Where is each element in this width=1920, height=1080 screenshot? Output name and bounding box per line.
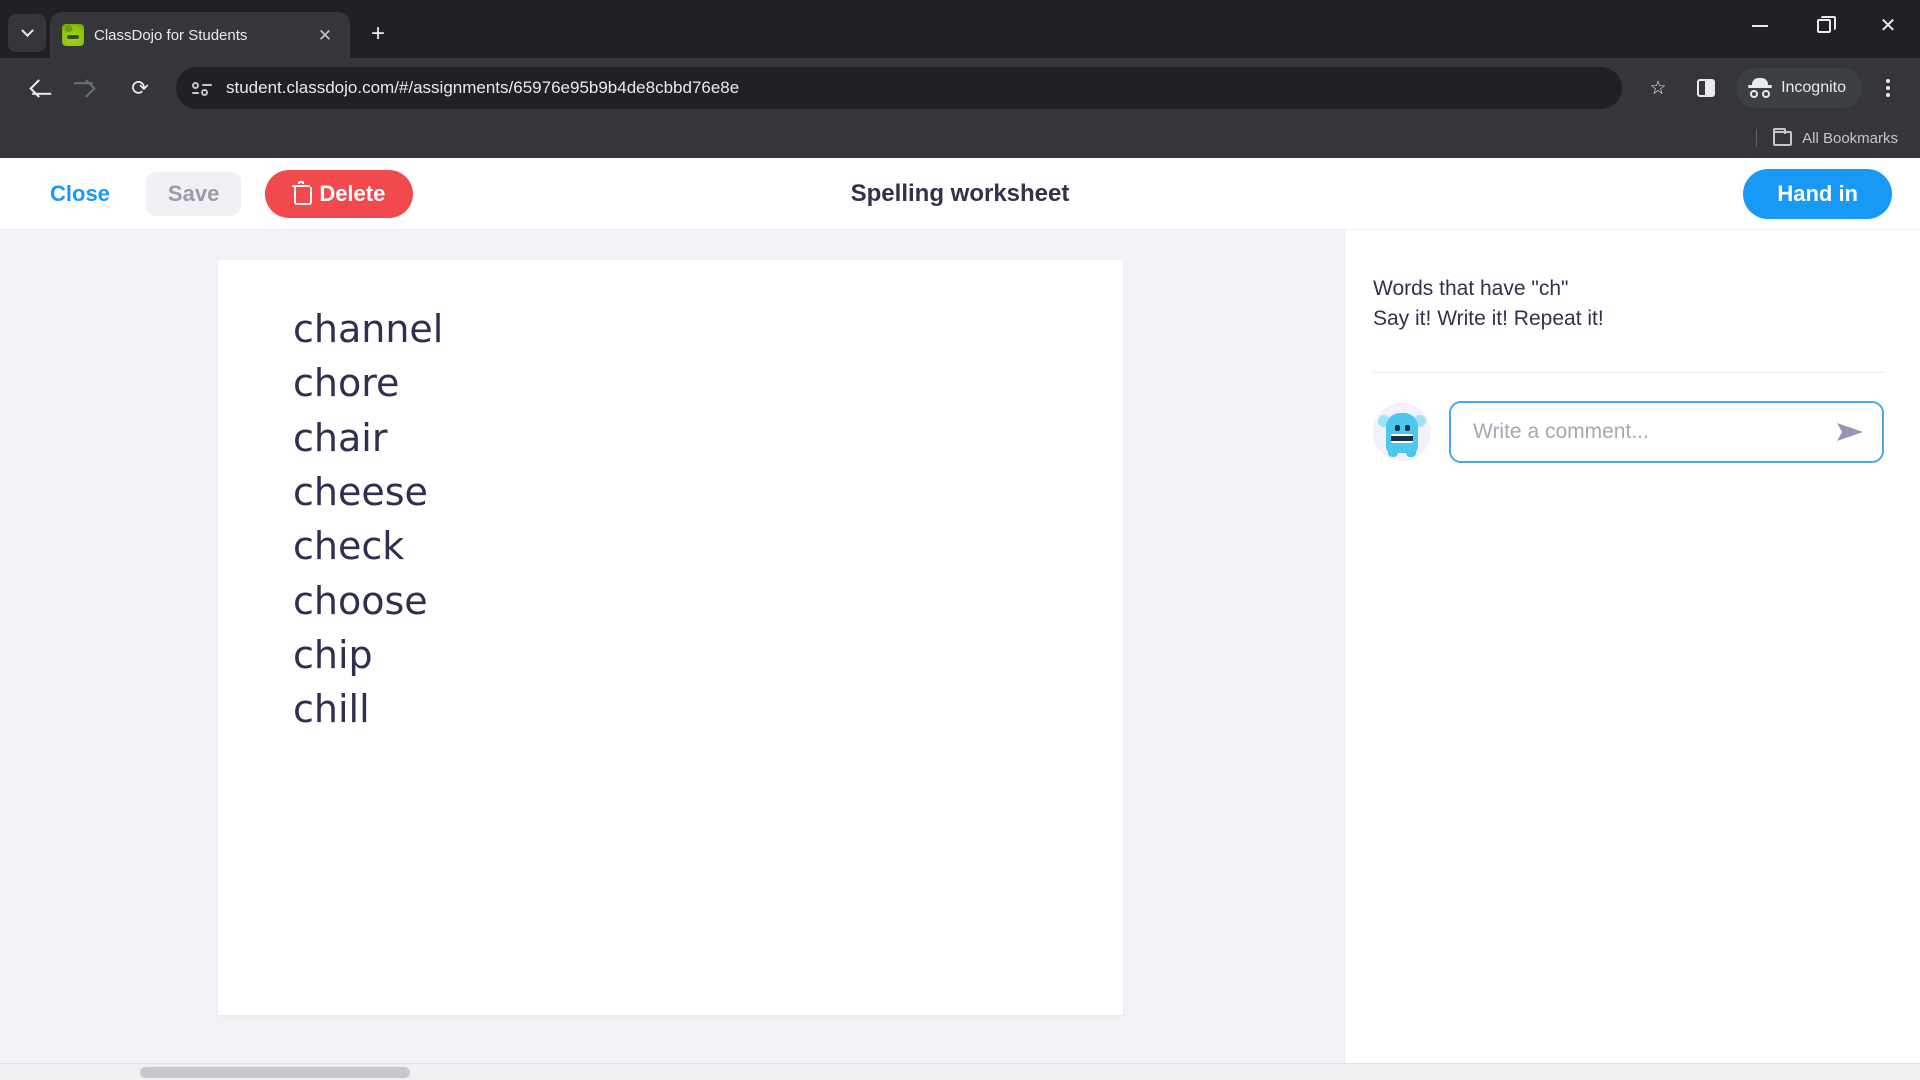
window-maximize-button[interactable]	[1792, 0, 1856, 52]
new-tab-button[interactable]: +	[360, 16, 396, 52]
trash-icon	[292, 181, 313, 205]
reload-button[interactable]: ⟳	[120, 68, 160, 108]
browser-window: ClassDojo for Students ✕ + ✕ ⟳ student.c…	[0, 0, 1920, 1080]
tab-strip: ClassDojo for Students ✕ + ✕	[0, 0, 1920, 58]
incognito-indicator[interactable]: Incognito	[1736, 68, 1862, 108]
tab-classdojo[interactable]: ClassDojo for Students ✕	[50, 12, 350, 58]
worksheet-canvas-pane[interactable]: channel chore chair cheese check choose …	[0, 230, 1345, 1063]
all-bookmarks-label[interactable]: All Bookmarks	[1802, 130, 1898, 147]
delete-button-label: Delete	[319, 180, 386, 206]
close-button[interactable]: Close	[28, 173, 132, 215]
word-list: channel chore chair cheese check choose …	[218, 260, 1123, 737]
word-item: channel	[293, 307, 444, 351]
kebab-menu-icon	[1886, 79, 1890, 97]
word-item: chill	[293, 687, 370, 732]
forward-button[interactable]	[68, 68, 108, 108]
comment-box[interactable]	[1449, 400, 1884, 463]
instructions-line-1: Words that have "ch"	[1373, 277, 1569, 300]
scrollbar-thumb[interactable]	[140, 1067, 410, 1078]
back-button[interactable]	[16, 68, 56, 108]
instructions-line-2: Say it! Write it! Repeat it!	[1373, 306, 1604, 330]
tab-title: ClassDojo for Students	[94, 26, 248, 44]
word-item: choose	[293, 578, 428, 623]
bookmarks-divider	[1756, 129, 1758, 147]
assignment-toolbar: Close Save Delete Spelling worksheet Han…	[0, 158, 1920, 230]
window-controls: ✕	[1728, 0, 1920, 52]
word-item: cheese	[293, 469, 428, 514]
incognito-label: Incognito	[1781, 79, 1846, 96]
assignment-body: channel chore chair cheese check choose …	[0, 230, 1920, 1063]
word-item: check	[293, 524, 405, 569]
student-avatar	[1373, 402, 1431, 461]
back-arrow-icon	[28, 78, 48, 98]
delete-button[interactable]: Delete	[265, 169, 414, 218]
site-settings-icon[interactable]	[192, 79, 212, 97]
assignment-sidebar: Words that have "ch" Say it! Write it! R…	[1345, 230, 1920, 1063]
omnibox-toolbar: ⟳ student.classdojo.com/#/assignments/65…	[0, 58, 1920, 118]
send-arrow-icon[interactable]	[1836, 421, 1864, 443]
comment-row	[1373, 400, 1884, 463]
split-view-icon	[1697, 79, 1716, 97]
split-view-button[interactable]	[1684, 66, 1728, 110]
minimize-icon	[1752, 25, 1768, 27]
hand-in-button[interactable]: Hand in	[1743, 168, 1892, 219]
url-text: student.classdojo.com/#/assignments/6597…	[226, 78, 740, 97]
classdojo-favicon-icon	[62, 24, 84, 46]
save-button[interactable]: Save	[145, 171, 242, 216]
horizontal-scrollbar[interactable]	[0, 1063, 1920, 1080]
sidebar-divider	[1373, 371, 1884, 373]
bookmark-star-button[interactable]: ☆	[1636, 66, 1680, 110]
window-close-button[interactable]: ✕	[1856, 0, 1920, 52]
instructions: Words that have "ch" Say it! Write it! R…	[1373, 274, 1884, 334]
maximize-icon	[1817, 16, 1836, 33]
address-bar[interactable]: student.classdojo.com/#/assignments/6597…	[176, 67, 1623, 109]
word-item: chair	[293, 415, 388, 460]
folder-icon	[1773, 127, 1793, 146]
incognito-icon	[1748, 78, 1773, 98]
window-minimize-button[interactable]	[1728, 0, 1792, 52]
tab-close-icon[interactable]: ✕	[312, 22, 338, 48]
chevron-down-icon	[20, 23, 34, 37]
worksheet-page[interactable]: channel chore chair cheese check choose …	[218, 260, 1123, 1015]
word-item: chip	[293, 632, 373, 677]
bookmarks-bar: All Bookmarks	[0, 118, 1920, 158]
classdojo-app: Close Save Delete Spelling worksheet Han…	[0, 158, 1920, 1080]
browser-menu-button[interactable]	[1866, 66, 1910, 110]
comment-input[interactable]	[1473, 419, 1836, 444]
tab-search-button[interactable]	[8, 14, 46, 52]
word-item: chore	[293, 361, 400, 406]
forward-arrow-icon	[76, 78, 96, 98]
